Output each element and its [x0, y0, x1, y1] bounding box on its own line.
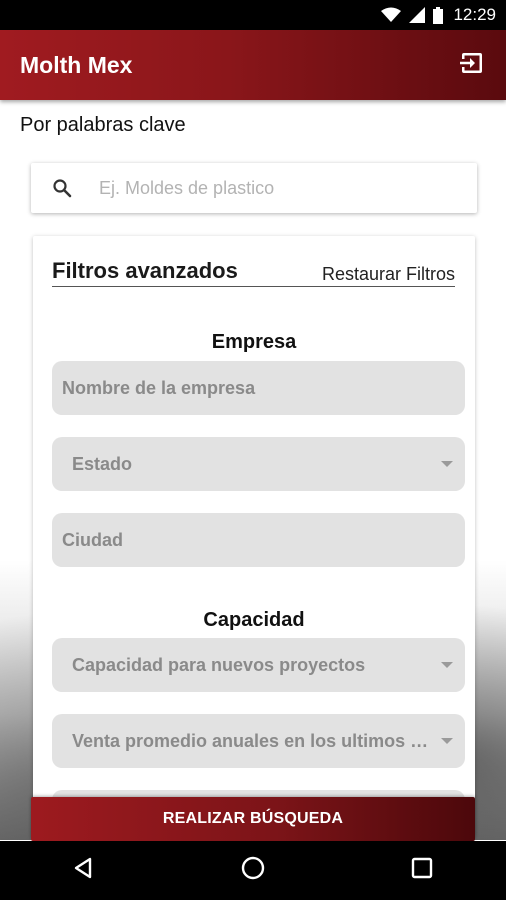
battery-icon	[433, 6, 444, 24]
back-icon	[72, 856, 96, 885]
keyword-search-input[interactable]	[97, 167, 477, 209]
state-select[interactable]: Estado	[52, 437, 465, 491]
filters-title: Filtros avanzados	[52, 258, 238, 283]
section-title-capacidad: Capacidad	[203, 609, 305, 631]
home-button[interactable]	[228, 846, 278, 896]
annual-sales-select[interactable]: Venta promedio anuales en los ultimos 5 …	[52, 714, 465, 768]
wifi-icon	[381, 7, 402, 23]
section-title-empresa: Empresa	[211, 331, 297, 353]
signal-icon	[409, 7, 426, 23]
filters-card: Filtros avanzados Restaurar Filtros Empr…	[33, 236, 475, 844]
navigation-bar	[0, 841, 506, 900]
state-select-label: Estado	[72, 453, 133, 474]
logout-icon	[458, 50, 484, 81]
filters-header: Filtros avanzados Restaurar Filtros	[52, 258, 455, 287]
annual-sales-select-label: Venta promedio anuales en los ultimos 5 …	[72, 730, 435, 751]
app-bar: Molth Mex	[0, 30, 506, 100]
home-icon	[240, 855, 266, 886]
search-box[interactable]	[31, 163, 477, 213]
keyword-label: Por palabras clave	[20, 114, 186, 136]
status-bar: 12:29	[0, 0, 506, 30]
status-time: 12:29	[453, 5, 496, 24]
company-name-input[interactable]: Nombre de la empresa	[52, 361, 465, 415]
reset-filters-link[interactable]: Restaurar Filtros	[322, 264, 455, 285]
chevron-down-icon	[441, 662, 453, 668]
recents-button[interactable]	[397, 846, 447, 896]
back-button[interactable]	[59, 846, 109, 896]
capacity-select[interactable]: Capacidad para nuevos proyectos	[52, 638, 465, 692]
logout-button[interactable]	[456, 50, 486, 80]
app-title: Molth Mex	[20, 51, 133, 78]
recents-icon	[411, 857, 433, 884]
chevron-down-icon	[441, 738, 453, 744]
company-name-placeholder: Nombre de la empresa	[62, 377, 256, 398]
capacity-select-label: Capacidad para nuevos proyectos	[72, 654, 366, 675]
city-placeholder: Ciudad	[62, 529, 123, 550]
chevron-down-icon	[441, 461, 453, 467]
search-icon	[51, 177, 73, 199]
search-button[interactable]: REALIZAR BÚSQUEDA	[31, 797, 475, 841]
city-input[interactable]: Ciudad	[52, 513, 465, 567]
